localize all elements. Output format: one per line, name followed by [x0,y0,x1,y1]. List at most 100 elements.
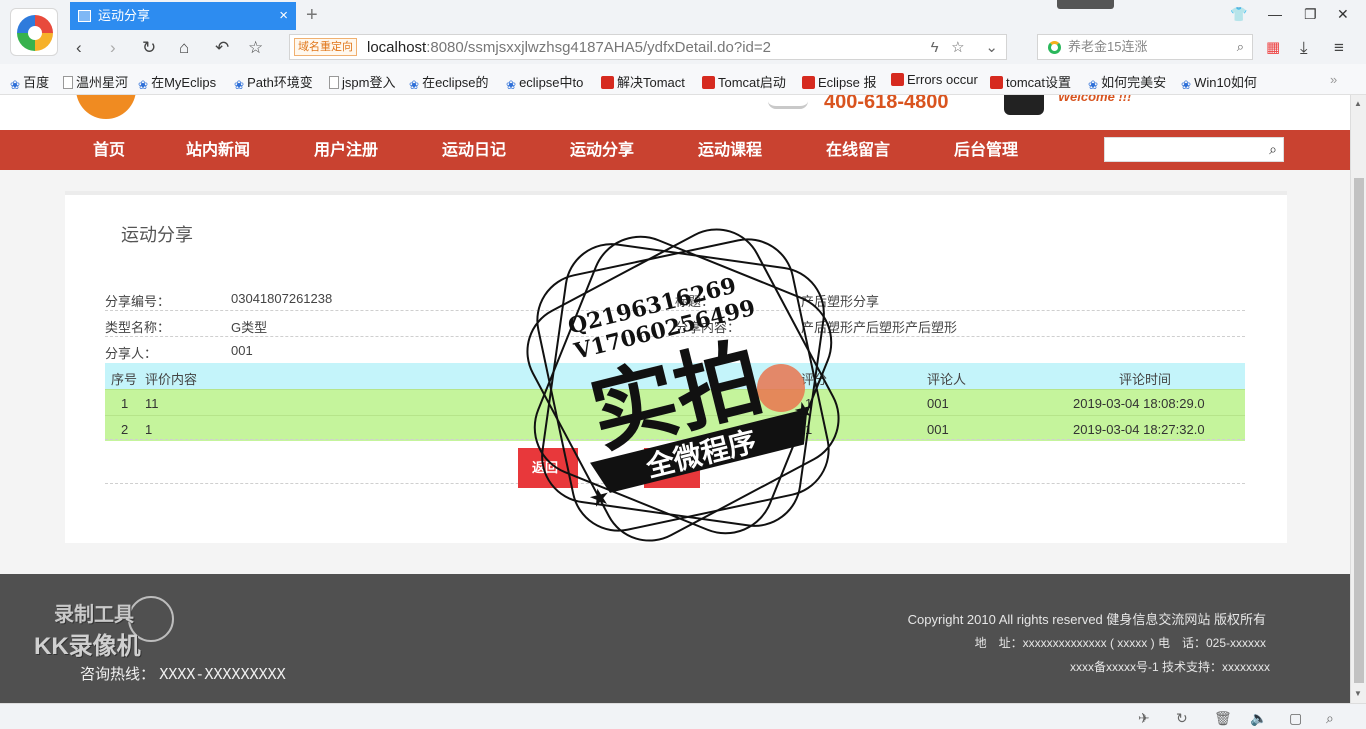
nav-item-news[interactable]: 站内新闻 [186,130,250,170]
redirect-badge[interactable]: 域名重定向 [294,38,357,56]
more-bookmarks-icon[interactable]: » [1330,72,1337,87]
paw-icon: ❀ [1181,78,1192,92]
divider [105,310,1245,311]
browser-logo-icon[interactable] [10,8,58,56]
scrollbar-thumb[interactable] [1354,178,1364,683]
forward-icon[interactable]: › [110,38,116,58]
col-index: 序号 [111,372,138,387]
header-hotline: 400-618-4800 [824,95,949,113]
reload-icon[interactable]: ↻ [142,38,156,58]
trash-icon[interactable]: 🗑 [1214,710,1232,727]
paw-icon: ❀ [10,78,21,92]
close-window-icon[interactable]: ✕ [1337,6,1349,23]
nav-item-share[interactable]: 运动分享 [570,130,634,170]
search-engine-icon [1048,41,1061,54]
back-icon[interactable]: ‹ [76,38,82,58]
table-row: 2 1 1 001 2019-03-04 18:27:32.0 [105,415,1245,441]
bookmark-item[interactable]: ❀ 百度 [10,72,49,92]
recorder-handle[interactable] [1057,0,1114,9]
refresh-icon[interactable]: ↻ [1176,710,1188,727]
col-time: 评论时间 [1119,372,1172,387]
row-commenter: 001 [927,396,949,411]
download-icon[interactable]: ⤓ [1300,38,1308,58]
nav-item-diary[interactable]: 运动日记 [442,130,506,170]
row-time: 2019-03-04 18:08:29.0 [1073,396,1205,411]
favorite-star-icon[interactable]: ☆ [248,38,263,58]
dropdown-chevron-icon[interactable]: ⌄ [985,39,998,56]
panel-top-border [65,191,1287,195]
restore-icon[interactable]: ❐ [1304,6,1317,23]
apps-grid-icon[interactable]: ▦ [1266,38,1280,56]
address-bar[interactable]: 域名重定向 localhost:8080/ssmjsxxjlwzhsg4187A… [289,34,1007,60]
paw-icon: ❀ [138,78,149,92]
row-index: 2 [121,422,129,437]
undo-close-icon[interactable]: ↶ [215,38,229,58]
bookmark-item[interactable]: ❀ 在MyEclips [138,72,216,92]
bookmark-item[interactable]: 温州星河 [63,72,128,91]
nav-item-messages[interactable]: 在线留言 [826,130,890,170]
bookmark-item[interactable]: 解决Tomact [601,72,685,91]
menu-icon[interactable]: ≡ [1334,38,1344,58]
phone-icon [768,101,808,109]
speed-up-icon[interactable]: ✈ [1138,710,1150,727]
back-button[interactable]: 返回 [518,448,578,488]
vertical-scrollbar[interactable]: ▲ ▼ [1350,95,1366,703]
nav-item-courses[interactable]: 运动课程 [698,130,762,170]
bookmark-item[interactable]: ❀ eclipse中to [506,72,583,92]
footer-icp: xxxx备xxxxx号-1 技术支持：xxxxxxxx [1069,660,1270,674]
address-actions: ϟ ☆ ⌄ [931,38,998,56]
nav-item-home[interactable]: 首页 [93,130,125,170]
col-commenter: 评论人 [927,372,967,387]
site-logo[interactable] [76,95,136,119]
browser-search-input[interactable]: 养老金15连涨 ⌕ [1037,34,1253,60]
bookmark-item[interactable]: Tomcat启动 [702,72,786,91]
scroll-up-icon[interactable]: ▲ [1354,99,1362,108]
scroll-down-icon[interactable]: ▼ [1354,689,1362,698]
minimize-icon[interactable]: — [1268,6,1282,22]
bookmark-item[interactable]: tomcat设置 [990,72,1071,91]
main-navigation: 首页 站内新闻 用户注册 运动日记 运动分享 运动课程 在线留言 后台管理 ⌕ [0,130,1350,170]
site-footer: 录制工具 KK录像机 Copyright 2010 All rights res… [0,574,1350,703]
skin-icon[interactable]: 👕 [1230,6,1247,23]
col-content: 评价内容 [145,372,198,387]
browser-status-bar: ✈ ↻ 🗑 🔈 ▢ ⌕ [0,703,1366,729]
url-text[interactable]: localhost:8080/ssmjsxxjlwzhsg4187AHA5/yd… [367,39,771,56]
bookmark-item[interactable]: Errors occur [891,72,978,87]
bookmark-item[interactable]: Eclipse 报 [802,72,877,91]
footer-hotline: 咨询热线： XXXX-XXXXXXXXX [80,665,286,683]
home-icon[interactable]: ⌂ [179,38,189,58]
bookmark-item[interactable]: jspm登入 [329,72,395,91]
header-person-image [1004,95,1044,115]
paw-icon: ❀ [234,78,245,92]
tab-close-icon[interactable]: × [279,2,288,30]
divider [105,336,1245,337]
bookmark-item[interactable]: ❀ 如何完美安 [1088,72,1166,92]
window-icon[interactable]: ▢ [1289,710,1302,727]
zoom-icon[interactable]: ⌕ [1326,710,1334,727]
nav-item-register[interactable]: 用户注册 [314,130,378,170]
tab-active[interactable]: 运动分享 × [70,2,296,30]
divider [105,439,1245,440]
red-c-icon [702,76,715,89]
bookmark-star-icon[interactable]: ☆ [951,39,964,56]
page-title: 运动分享 [121,225,193,245]
bookmark-item[interactable]: ❀ 在eclipse的 [409,72,489,92]
row-index: 1 [121,396,129,411]
sharer-label: 分享人： [105,346,158,361]
search-icon[interactable]: ⌕ [1237,35,1244,59]
new-tab-icon[interactable]: + [306,3,318,27]
bookmark-item[interactable]: ❀ Path环境变 [234,72,313,92]
search-icon[interactable]: ⌕ [1269,141,1277,158]
comments-table: 序号 评价内容 评分 评论人 评论时间 1 11 1 001 2019-03-0… [105,363,1245,441]
lightning-icon[interactable]: ϟ [931,39,939,56]
header-welcome: Welcome !!! [1058,95,1132,104]
site-search-input[interactable]: ⌕ [1104,137,1284,162]
tab-title: 运动分享 [98,8,151,23]
nav-item-admin[interactable]: 后台管理 [954,130,1018,170]
title-label: 标题： [675,294,715,309]
volume-icon[interactable]: 🔈 [1250,710,1267,727]
bookmark-item[interactable]: ❀ Win10如何 [1181,72,1257,92]
secondary-button[interactable] [644,448,700,488]
paw-icon: ❀ [1088,78,1099,92]
red-c-icon [802,76,815,89]
